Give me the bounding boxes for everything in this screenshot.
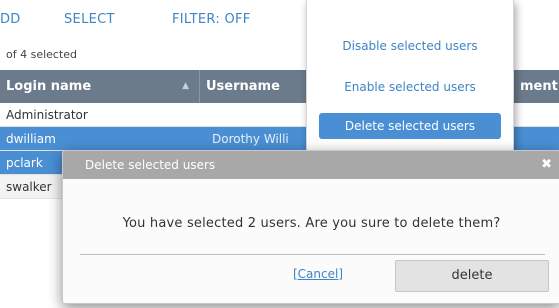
dialog-divider [80, 254, 545, 255]
cell-login: dwilliam [6, 132, 56, 146]
delete-users-dialog: Delete selected users ✖ You have selecte… [62, 150, 559, 304]
column-header-login-name[interactable]: Login name ▲ [0, 70, 200, 103]
cell-username: Dorothy Willi [212, 132, 289, 146]
select-button[interactable]: SELECT [64, 12, 115, 27]
menu-item-disable-selected-users[interactable]: Disable selected users [319, 33, 501, 59]
selection-count: of 4 selected [6, 48, 78, 61]
column-header-label: Username [206, 79, 280, 94]
column-header-label: Login name [6, 79, 92, 94]
cell-login: swalker [6, 180, 52, 194]
column-header-label: ment [520, 79, 558, 94]
cell-login: pclark [6, 156, 43, 170]
add-button[interactable]: DD [0, 12, 21, 27]
dialog-title: Delete selected users [85, 158, 216, 172]
close-icon[interactable]: ✖ [541, 151, 552, 179]
menu-item-enable-selected-users[interactable]: Enable selected users [319, 74, 501, 100]
menu-item-delete-selected-users[interactable]: Delete selected users [319, 113, 501, 139]
filter-button[interactable]: FILTER: OFF [172, 12, 251, 27]
cancel-link[interactable]: [Cancel] [293, 267, 343, 281]
delete-button[interactable]: delete [395, 260, 549, 292]
dialog-header: Delete selected users ✖ [63, 151, 559, 179]
sort-ascending-icon: ▲ [182, 81, 189, 91]
cell-login: Administrator [6, 108, 88, 122]
select-dropdown-menu: Disable selected users Enable selected u… [306, 0, 514, 155]
dialog-message: You have selected 2 users. Are you sure … [122, 216, 501, 231]
